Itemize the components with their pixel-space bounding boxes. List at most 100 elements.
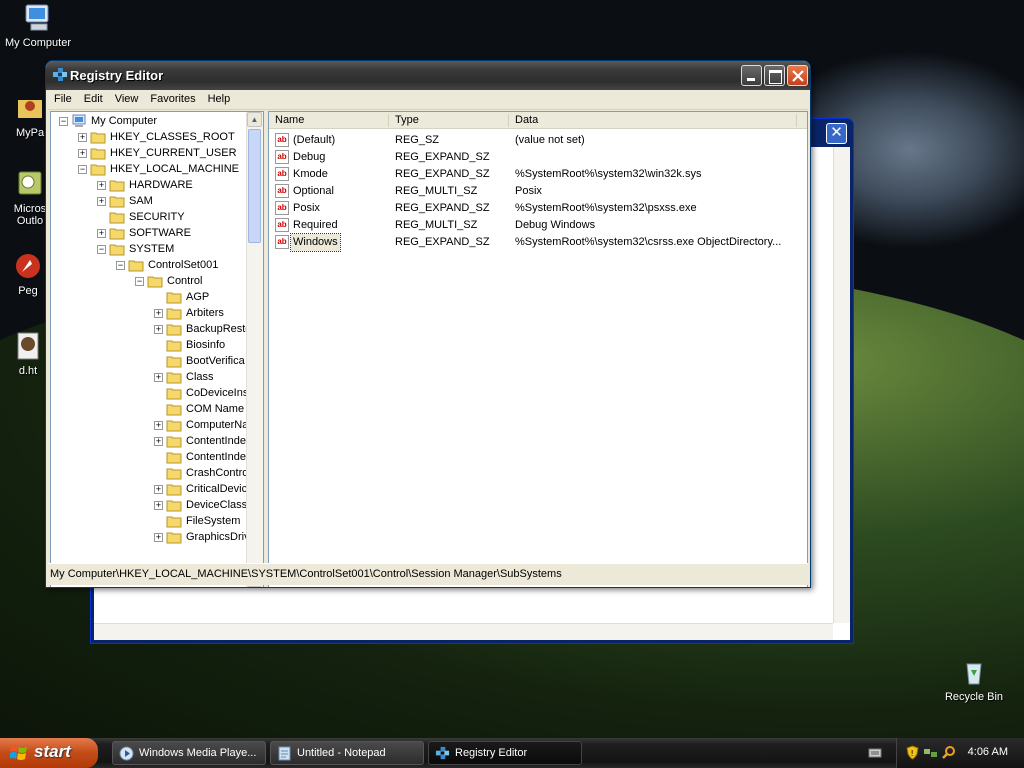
notepad-vertical-scrollbar[interactable] [833, 147, 850, 623]
registry-key-tree[interactable]: − My Computer + HKEY_CLASSES_ROOT + HKEY_CURR… [50, 111, 264, 587]
column-header-name[interactable]: Name [269, 114, 389, 127]
title-bar[interactable]: Registry Editor [46, 61, 810, 90]
network-icon[interactable] [923, 745, 938, 760]
collapse-toggle[interactable]: − [97, 245, 106, 254]
close-button[interactable] [787, 65, 808, 86]
menu-favorites[interactable]: Favorites [144, 90, 201, 105]
tree-node[interactable]: + HKEY_CURRENT_USER [51, 145, 246, 161]
taskbar-item-notepad[interactable]: Untitled - Notepad [270, 741, 424, 765]
value-type: REG_SZ [395, 134, 440, 146]
tree-node[interactable]: BootVerifica [51, 353, 246, 369]
tree-node[interactable]: − SYSTEM [51, 241, 246, 257]
tree-node[interactable]: + HKEY_CLASSES_ROOT [51, 129, 246, 145]
tree-node[interactable]: + Class [51, 369, 246, 385]
tree-node[interactable]: + GraphicsDriv [51, 529, 246, 545]
recycle-bin-icon [966, 663, 982, 685]
tree-node[interactable]: − HKEY_LOCAL_MACHINE [51, 161, 246, 177]
menu-file[interactable]: File [48, 90, 78, 105]
task-label: Registry Editor [455, 747, 528, 759]
taskbar-item-registry-editor[interactable]: Registry Editor [428, 741, 582, 765]
tree-node[interactable]: − Control [51, 273, 246, 289]
security-shield-icon[interactable]: ! [905, 745, 920, 760]
value-row[interactable]: ab (Default) REG_SZ (value not set) [269, 132, 807, 149]
menu-help[interactable]: Help [202, 90, 237, 105]
collapse-toggle[interactable]: − [78, 165, 87, 174]
expand-toggle[interactable]: + [154, 373, 163, 382]
menu-view[interactable]: View [109, 90, 145, 105]
tree-node[interactable]: COM Name A [51, 401, 246, 417]
tree-vertical-scrollbar[interactable]: ▲ ▼ [246, 112, 263, 587]
tree-node[interactable]: + Arbiters [51, 305, 246, 321]
tree-node-label: CoDeviceIns [186, 387, 246, 399]
column-header-data[interactable]: Data [509, 114, 797, 127]
scroll-up-button[interactable]: ▲ [247, 112, 262, 127]
tree-viewport: − My Computer + HKEY_CLASSES_ROOT + HKEY_CURR… [51, 112, 246, 587]
tree-node-label: ContentInde [186, 451, 246, 463]
expand-toggle[interactable]: + [97, 181, 106, 190]
menu-edit[interactable]: Edit [78, 90, 109, 105]
clock[interactable]: 4:06 AM [968, 746, 1008, 758]
search-icon[interactable] [941, 745, 956, 760]
expand-toggle[interactable]: + [78, 133, 87, 142]
tree-node[interactable]: + ContentInde [51, 433, 246, 449]
expand-toggle[interactable]: + [78, 149, 87, 158]
notepad-close-button[interactable]: ✕ [826, 123, 847, 144]
notepad-horizontal-scrollbar[interactable] [94, 623, 833, 640]
string-value-icon: ab [275, 150, 289, 164]
expand-toggle[interactable]: + [154, 421, 163, 430]
desktop-icon-my-computer[interactable]: My Computer [0, 2, 76, 49]
taskbar: start Windows Media Playe... Untitled - … [0, 738, 1024, 768]
registry-values-list[interactable]: Name Type Data ab (Default) REG_SZ (value n… [268, 111, 808, 587]
keyboard-icon[interactable] [868, 746, 882, 760]
tree-node[interactable]: CoDeviceIns [51, 385, 246, 401]
tree-node-label: SAM [129, 195, 153, 207]
expand-toggle[interactable]: + [97, 229, 106, 238]
column-header-type[interactable]: Type [389, 114, 509, 127]
desktop-icon-label: Peg [18, 285, 38, 297]
expand-toggle[interactable]: + [154, 533, 163, 542]
tree-node[interactable]: + ComputerNa [51, 417, 246, 433]
tree-node[interactable]: + SOFTWARE [51, 225, 246, 241]
expand-toggle[interactable]: + [154, 485, 163, 494]
tree-node-label: Biosinfo [186, 339, 226, 351]
tree-node[interactable]: + HARDWARE [51, 177, 246, 193]
collapse-toggle[interactable]: − [116, 261, 125, 270]
expand-toggle[interactable]: + [154, 501, 163, 510]
expand-toggle[interactable]: + [154, 309, 163, 318]
tree-node[interactable]: + DeviceClass [51, 497, 246, 513]
maximize-button[interactable] [764, 65, 785, 86]
expand-toggle[interactable]: + [97, 197, 106, 206]
svg-text:!: ! [911, 749, 914, 758]
value-row[interactable]: ab Kmode REG_EXPAND_SZ %SystemRoot%\system3… [269, 166, 807, 183]
collapse-toggle[interactable]: − [135, 277, 144, 286]
task-label: Untitled - Notepad [297, 747, 386, 759]
tree-node[interactable]: CrashContro [51, 465, 246, 481]
collapse-toggle[interactable]: − [59, 117, 68, 126]
value-row[interactable]: ab Debug REG_EXPAND_SZ [269, 149, 807, 166]
expand-toggle[interactable]: + [154, 437, 163, 446]
minimize-button[interactable] [741, 65, 762, 86]
start-button[interactable]: start [0, 738, 98, 768]
tree-node[interactable]: Biosinfo [51, 337, 246, 353]
expand-toggle[interactable]: + [154, 325, 163, 334]
taskbar-item-media-player[interactable]: Windows Media Playe... [112, 741, 266, 765]
tree-node[interactable]: SECURITY [51, 209, 246, 225]
tree-node[interactable]: − ControlSet001 [51, 257, 246, 273]
folder-icon [166, 356, 182, 368]
scroll-down-button[interactable]: ▼ [247, 586, 262, 587]
value-row[interactable]: ab Required REG_MULTI_SZ Debug Windows [269, 217, 807, 234]
tree-node[interactable]: + SAM [51, 193, 246, 209]
folder-icon [166, 372, 182, 384]
tree-node[interactable]: ContentInde [51, 449, 246, 465]
status-bar: My Computer\HKEY_LOCAL_MACHINE\SYSTEM\Co… [48, 563, 808, 585]
tree-node[interactable]: FileSystem [51, 513, 246, 529]
value-row[interactable]: ab Posix REG_EXPAND_SZ %SystemRoot%\system3… [269, 200, 807, 217]
value-row[interactable]: ab Optional REG_MULTI_SZ Posix [269, 183, 807, 200]
tree-node[interactable]: + BackupResto [51, 321, 246, 337]
tree-node[interactable]: AGP [51, 289, 246, 305]
desktop-icon-recycle-bin[interactable]: Recycle Bin [936, 656, 1012, 703]
value-row[interactable]: ab Windows REG_EXPAND_SZ %SystemRoot%\syste… [269, 233, 807, 252]
tree-vertical-scroll-thumb[interactable] [248, 129, 261, 243]
tree-node[interactable]: + CriticalDevic [51, 481, 246, 497]
tree-node[interactable]: − My Computer [51, 113, 246, 129]
